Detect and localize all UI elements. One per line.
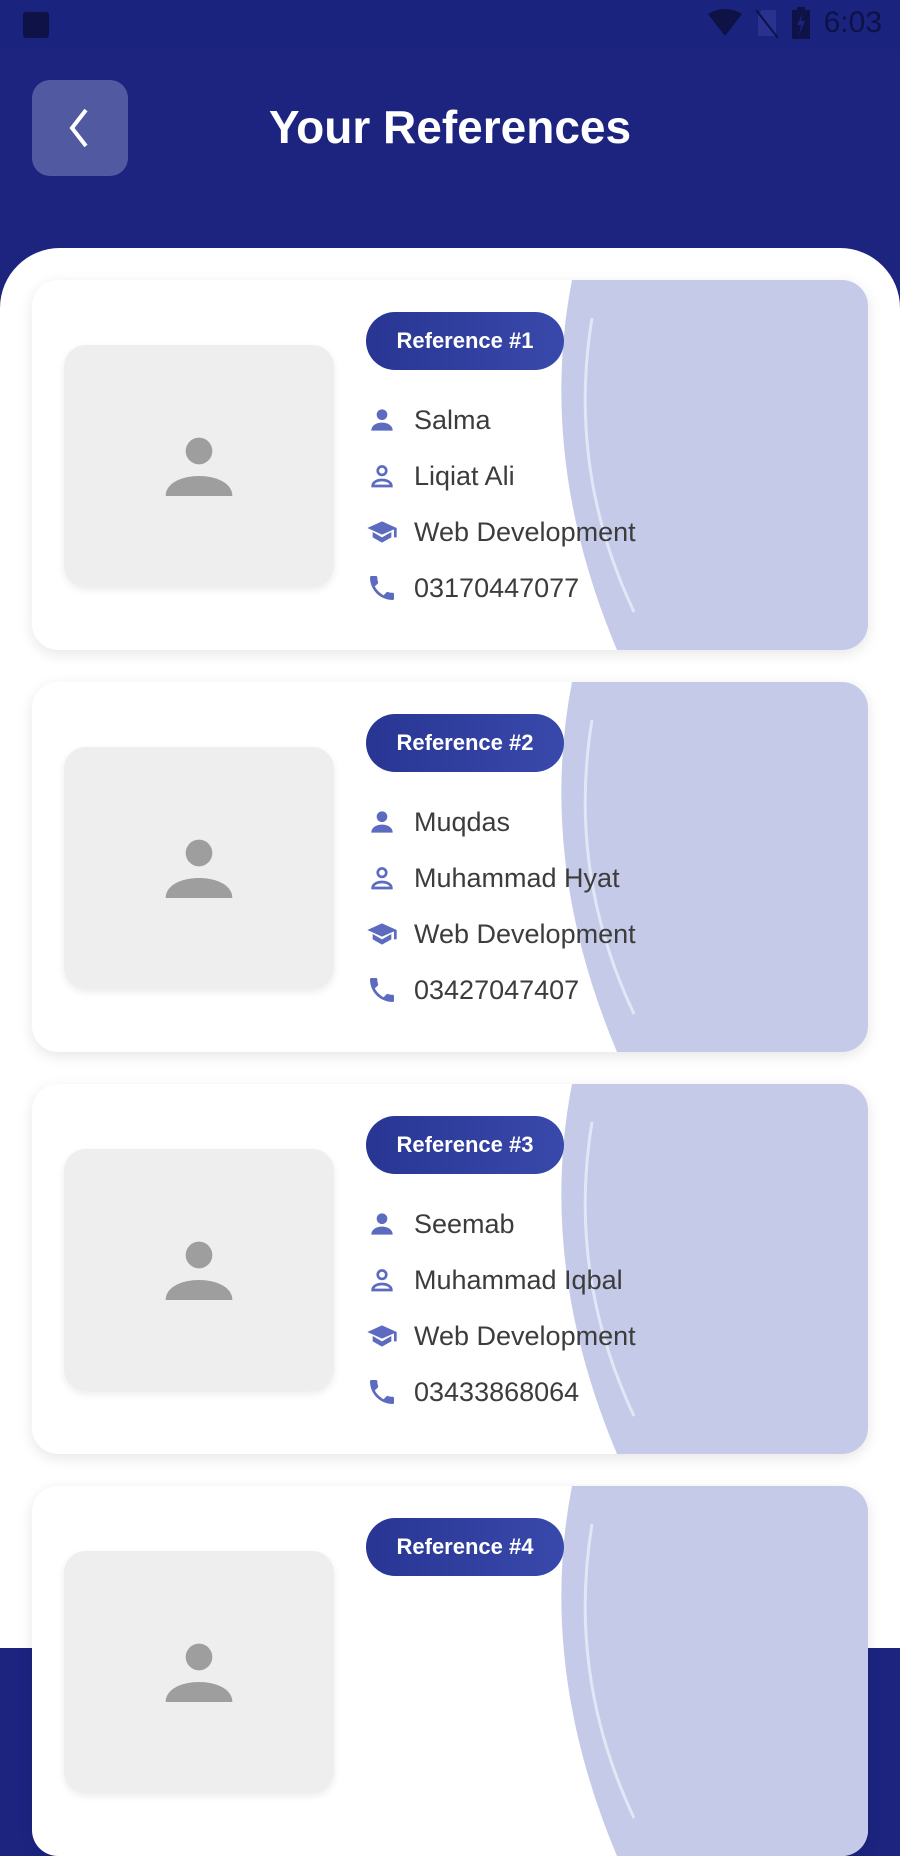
person-outline-icon xyxy=(371,867,393,890)
father-name-text: Liqiat Ali xyxy=(414,460,515,491)
name-text: Salma xyxy=(414,404,491,435)
father-name-text: Muhammad Iqbal xyxy=(414,1264,623,1295)
reference-badge: Reference #1 xyxy=(366,312,564,370)
person-icon xyxy=(371,811,393,833)
page-title: Your References xyxy=(268,101,632,153)
phone-text: 03170447077 xyxy=(414,572,580,603)
phone-row: 03433868064 xyxy=(366,1372,579,1412)
person-icon xyxy=(371,1213,393,1235)
course-row: Web Development xyxy=(366,512,636,552)
graduation-cap-icon xyxy=(367,923,397,945)
phone-text: 03433868064 xyxy=(414,1376,580,1407)
avatar-placeholder xyxy=(64,1551,334,1793)
graduation-cap-icon xyxy=(367,521,397,543)
person-icon xyxy=(165,839,233,898)
wifi-icon xyxy=(707,9,742,36)
person-icon xyxy=(371,409,393,431)
father-name-row: Muhammad Iqbal xyxy=(366,1260,623,1300)
course-text: Web Development xyxy=(414,918,636,949)
reference-badge: Reference #2 xyxy=(366,714,564,772)
name-row: Muqdas xyxy=(366,802,510,842)
avatar-placeholder xyxy=(64,345,334,587)
avatar-placeholder xyxy=(64,1149,334,1391)
name-row: Salma xyxy=(366,400,491,440)
reference-card[interactable]: Reference #1 Salma Liqiat Ali Web Developme… xyxy=(32,280,868,650)
course-row: Web Development xyxy=(366,914,636,954)
father-name-row: Muhammad Hyat xyxy=(366,858,620,898)
father-name-row: Liqiat Ali xyxy=(366,456,515,496)
name-text: Seemab xyxy=(414,1208,515,1239)
reference-card[interactable]: Reference #2 Muqdas Muhammad Hyat Web Devel… xyxy=(32,682,868,1052)
person-icon xyxy=(165,437,233,496)
image-icon xyxy=(23,12,49,38)
reference-badge: Reference #4 xyxy=(366,1518,564,1576)
course-text: Web Development xyxy=(414,516,636,547)
name-row: Seemab xyxy=(366,1204,515,1244)
father-name-text: Muhammad Hyat xyxy=(414,862,620,893)
avatar-placeholder xyxy=(64,747,334,989)
course-text: Web Development xyxy=(414,1320,636,1351)
course-row: Web Development xyxy=(366,1316,636,1356)
clock: 6:03 xyxy=(823,6,882,39)
reference-card[interactable]: Reference #3 Seemab Muhammad Iqbal Web Deve… xyxy=(32,1084,868,1454)
name-text: Muqdas xyxy=(414,806,511,837)
no-sim-icon xyxy=(755,9,778,38)
phone-icon xyxy=(370,576,394,600)
graduation-cap-icon xyxy=(367,1325,397,1347)
phone-row: 03427047407 xyxy=(366,970,579,1010)
phone-text: 03427047407 xyxy=(414,974,580,1005)
phone-row: 03170447077 xyxy=(366,568,579,608)
reference-card[interactable]: Reference #4 xyxy=(32,1486,868,1856)
reference-badge: Reference #3 xyxy=(366,1116,564,1174)
person-icon xyxy=(165,1643,233,1702)
battery-charging-icon xyxy=(791,7,810,39)
person-icon xyxy=(165,1241,233,1300)
person-outline-icon xyxy=(371,465,393,488)
phone-icon xyxy=(370,1380,394,1404)
phone-icon xyxy=(370,978,394,1002)
person-outline-icon xyxy=(371,1269,393,1292)
status-bar: 6:03 xyxy=(0,0,900,50)
